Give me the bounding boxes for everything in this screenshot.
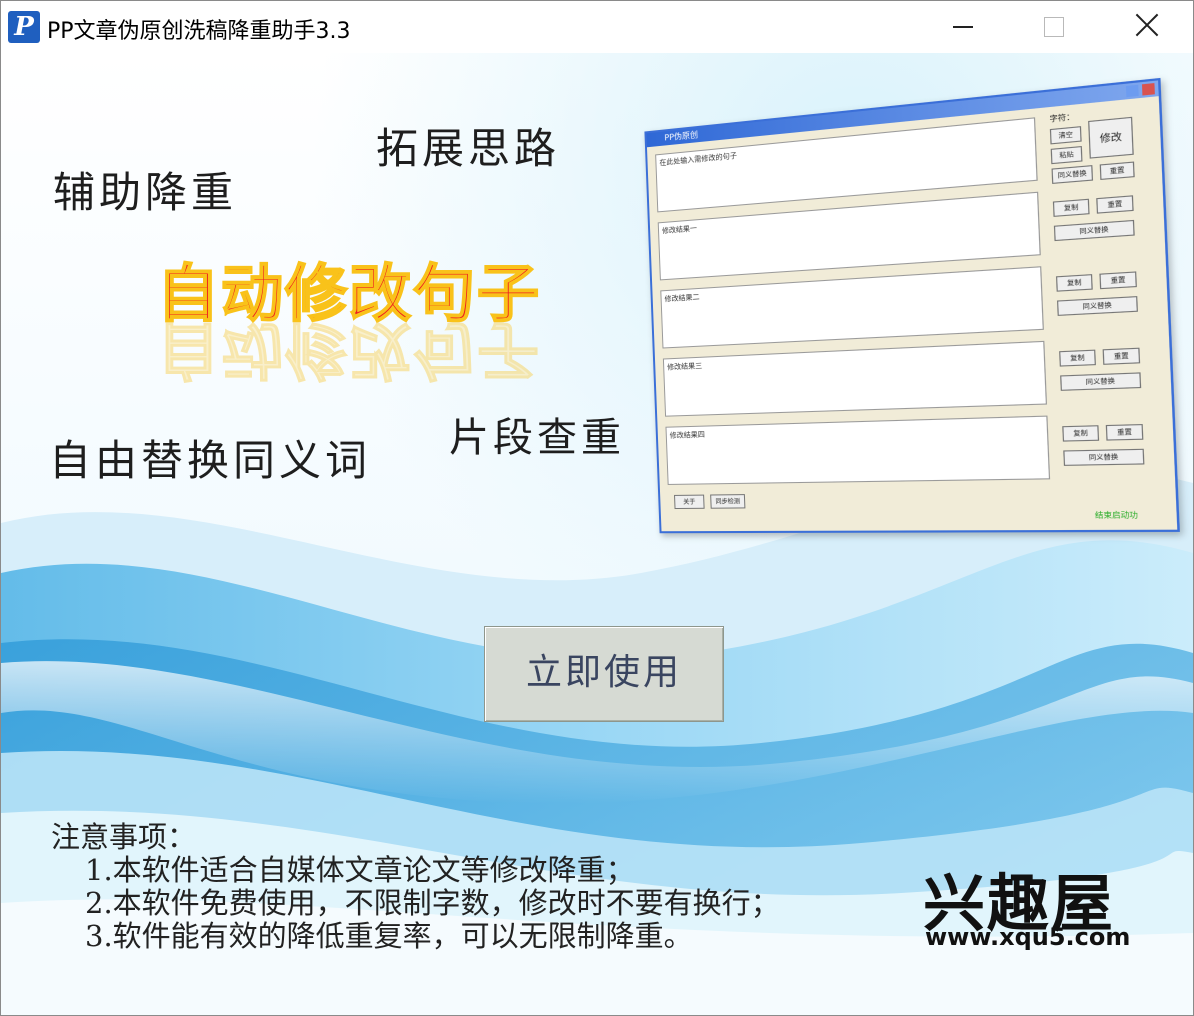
maximize-icon — [1044, 17, 1064, 37]
minimize-button[interactable] — [917, 1, 1009, 53]
preview-about-button: 关于 — [674, 494, 705, 510]
preview-reset-button-1: 重置 — [1096, 195, 1134, 214]
slogan-assist: 辅助降重 — [53, 168, 238, 217]
preview-copy-button-4: 复制 — [1062, 425, 1100, 442]
preview-synonym-button-3: 同义替换 — [1060, 372, 1142, 391]
note-item: 1.本软件适合自媒体文章论文等修改降重； — [85, 853, 635, 887]
preview-copy-button-2: 复制 — [1055, 274, 1093, 292]
preview-reset-button-0: 重置 — [1099, 161, 1135, 180]
note-item: 2.本软件免费使用，不限制字数，修改时不要有换行； — [85, 886, 780, 920]
preview-synonym-button-2: 同义替换 — [1057, 296, 1138, 316]
hero-reflection: 自动修改句子 — [157, 314, 542, 388]
preview-reset-button-3: 重置 — [1102, 347, 1141, 365]
preview-result-3: 修改结果三 — [662, 340, 1048, 417]
slogan-segment: 片段查重 — [449, 415, 625, 461]
pp-logo-icon: P — [8, 11, 40, 43]
preview-copy-button-1: 复制 — [1052, 198, 1090, 217]
window-title: PP文章伪原创洗稿降重助手3.3 — [47, 19, 351, 44]
brand-url: www.xqu5.com — [925, 923, 1131, 951]
preview-close-icon — [1141, 83, 1155, 96]
preview-reset-button-2: 重置 — [1099, 271, 1137, 290]
preview-synonym-button-1: 同义替换 — [1053, 219, 1135, 242]
preview-paste-button: 粘贴 — [1050, 145, 1083, 165]
preview-synonym-button-4: 同义替换 — [1063, 448, 1145, 466]
use-now-button[interactable]: 立即使用 — [484, 626, 724, 722]
note-item: 3.软件能有效的降低重复率，可以无限制降重。 — [85, 919, 693, 953]
title-bar[interactable]: P PP文章伪原创洗稿降重助手3.3 — [1, 1, 1193, 53]
app-window: P PP文章伪原创洗稿降重助手3.3 辅助降重 拓展思路 自由替换同义词 片段查… — [0, 0, 1194, 1016]
preview-synonym-button-0: 同义替换 — [1051, 165, 1094, 184]
preview-result-2: 修改结果二 — [660, 266, 1044, 349]
maximize-button[interactable] — [1008, 1, 1100, 53]
close-icon — [1134, 12, 1160, 38]
preview-sync-button: 同步检测 — [710, 494, 746, 509]
preview-result-4: 修改结果四 — [665, 415, 1051, 485]
slogan-expand: 拓展思路 — [376, 124, 561, 173]
preview-copy-button-3: 复制 — [1059, 349, 1096, 367]
slogan-synonym: 自由替换同义词 — [49, 436, 372, 485]
preview-minimize-icon — [1125, 84, 1139, 98]
close-button[interactable] — [1100, 1, 1192, 53]
preview-side-label: 字符： — [1049, 112, 1075, 124]
preview-clear-button: 清空 — [1049, 126, 1082, 145]
preview-reset-button-4: 重置 — [1105, 424, 1144, 441]
preview-modify-button: 修改 — [1088, 116, 1134, 159]
splash-panel: 辅助降重 拓展思路 自由替换同义词 片段查重 自动修改句子 自动修改句子 PP伪… — [1, 53, 1193, 1015]
notes-title: 注意事项： — [51, 820, 197, 854]
preview-footer-note: 结束启动功 — [1094, 510, 1139, 520]
notes-section: 注意事项： 1.本软件适合自媒体文章论文等修改降重； 2.本软件免费使用，不限制… — [51, 821, 780, 953]
minimize-icon — [953, 26, 973, 28]
app-preview-image: PP伪原创 在此处输入需修改的句子 修改结果一 修改结果二 修改结果三 修改结果… — [644, 77, 1180, 534]
brand-logo: 兴趣屋 www.xqu5.com — [919, 853, 1149, 963]
